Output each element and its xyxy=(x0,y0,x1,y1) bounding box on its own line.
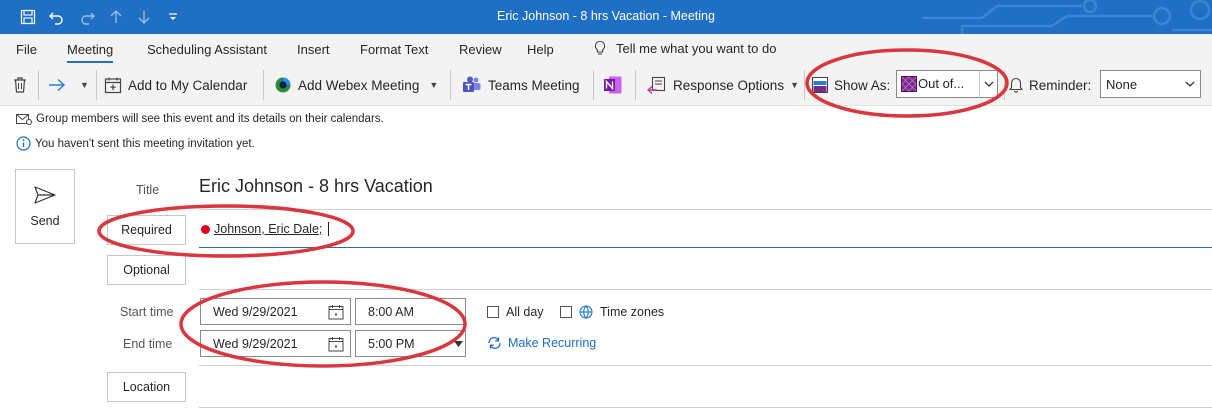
lightbulb-icon xyxy=(594,40,606,55)
send-icon xyxy=(34,185,56,204)
time-zones-checkbox[interactable]: Time zones xyxy=(560,305,664,319)
bell-icon xyxy=(1009,77,1023,93)
tell-me-text: Tell me what you want to do xyxy=(616,40,777,56)
optional-button[interactable]: Optional xyxy=(107,255,186,285)
menu-bar: File Meeting Scheduling Assistant Insert… xyxy=(0,34,1212,64)
tell-me-box[interactable]: Tell me what you want to do xyxy=(594,40,776,56)
chevron-down-icon xyxy=(1185,81,1195,87)
forward-arrow-icon xyxy=(49,78,66,92)
send-button[interactable]: Send xyxy=(15,169,75,244)
out-of-office-icon xyxy=(901,76,917,92)
start-date-picker[interactable]: Wed 9/29/2021 xyxy=(200,298,351,325)
response-options-icon xyxy=(647,76,666,94)
show-as-dropdown[interactable]: Out of... xyxy=(896,70,998,98)
group-mail-icon xyxy=(16,114,32,125)
info-icon xyxy=(16,136,31,151)
teams-meeting-label: Teams Meeting xyxy=(488,77,580,93)
title-underline xyxy=(199,209,1212,210)
send-label: Send xyxy=(30,213,60,228)
required-attendees-input[interactable]: Johnson, Eric Dale; xyxy=(201,222,330,236)
all-day-label: All day xyxy=(506,305,544,319)
onenote-icon xyxy=(604,76,622,94)
tab-meeting[interactable]: Meeting xyxy=(67,42,114,63)
end-time-value: 5:00 PM xyxy=(368,336,415,351)
response-options-button[interactable]: Response Options ▼ xyxy=(647,74,799,96)
show-as-label: Show As: xyxy=(834,77,891,93)
attendee-status-icon xyxy=(201,224,210,234)
end-time-picker[interactable]: 5:00 PM xyxy=(355,330,466,357)
end-date-picker[interactable]: Wed 9/29/2021 xyxy=(200,330,351,357)
reminder-control: Reminder: xyxy=(1009,74,1091,96)
add-webex-label: Add Webex Meeting xyxy=(298,77,420,93)
response-options-label: Response Options xyxy=(673,77,785,93)
calendar-icon[interactable] xyxy=(328,304,344,320)
not-sent-text: You haven't sent this meeting invitation… xyxy=(35,137,255,150)
start-time-picker[interactable]: 8:00 AM xyxy=(355,298,466,325)
group-note: Group members will see this event and it… xyxy=(16,113,384,125)
globe-icon xyxy=(579,305,593,319)
chevron-down-icon: ▼ xyxy=(790,80,799,90)
trash-icon xyxy=(14,77,26,93)
title-bar: Eric Johnson - 8 hrs Vacation - Meeting xyxy=(0,0,1212,34)
reminder-value: None xyxy=(1106,77,1138,92)
start-time-label: Start time xyxy=(120,305,174,319)
show-as-value: Out of... xyxy=(918,76,965,91)
tab-file[interactable]: File xyxy=(16,42,37,57)
circuit-decoration-icon xyxy=(922,0,1212,34)
ribbon: ▼ Add to My Calendar Add Webex Meeting ▼… xyxy=(0,64,1212,106)
attendee-name[interactable]: Johnson, Eric Dale; xyxy=(214,222,322,236)
chevron-down-icon: ▼ xyxy=(80,80,89,90)
show-as-control: Show As: xyxy=(812,74,890,96)
group-note-text: Group members will see this event and it… xyxy=(36,113,384,125)
reminder-dropdown[interactable]: None xyxy=(1100,70,1201,98)
text-cursor xyxy=(328,222,330,236)
chevron-down-icon[interactable] xyxy=(454,341,463,347)
add-to-calendar-label: Add to My Calendar xyxy=(128,77,248,93)
checkbox-icon xyxy=(487,306,499,318)
location-underline xyxy=(199,407,1212,408)
end-time-label: End time xyxy=(123,337,173,351)
tab-insert[interactable]: Insert xyxy=(297,42,330,57)
tab-format-text[interactable]: Format Text xyxy=(360,42,428,57)
add-webex-button[interactable]: Add Webex Meeting ▼ xyxy=(274,74,438,96)
start-date-value: Wed 9/29/2021 xyxy=(213,304,298,319)
chevron-down-icon: ▼ xyxy=(429,80,439,90)
make-recurring-label: Make Recurring xyxy=(508,336,597,350)
title-input[interactable]: Eric Johnson - 8 hrs Vacation xyxy=(199,176,433,197)
calendar-icon[interactable] xyxy=(328,336,344,352)
calendar-add-icon xyxy=(104,77,122,94)
time-underline xyxy=(199,365,1212,366)
time-zones-label: Time zones xyxy=(600,305,665,319)
checkbox-icon xyxy=(560,306,572,318)
onenote-button[interactable] xyxy=(603,74,623,96)
show-as-chevron[interactable] xyxy=(979,71,997,97)
required-underline xyxy=(199,247,1212,248)
teams-icon xyxy=(463,76,481,92)
reminder-label: Reminder: xyxy=(1029,77,1092,93)
all-day-checkbox[interactable]: All day xyxy=(487,305,544,319)
webex-icon xyxy=(275,77,291,93)
location-button[interactable]: Location xyxy=(107,372,186,402)
show-as-icon xyxy=(812,77,828,93)
forward-button[interactable]: ▼ xyxy=(48,74,89,96)
delete-button[interactable] xyxy=(12,74,28,96)
recurrence-icon xyxy=(488,337,501,349)
make-recurring-link[interactable]: Make Recurring xyxy=(487,336,596,350)
end-date-value: Wed 9/29/2021 xyxy=(213,336,298,351)
optional-underline xyxy=(199,289,1212,290)
tab-review[interactable]: Review xyxy=(459,42,502,57)
start-time-value: 8:00 AM xyxy=(368,304,414,319)
chevron-down-icon xyxy=(984,81,993,87)
tab-help[interactable]: Help xyxy=(527,42,554,57)
required-button[interactable]: Required xyxy=(107,215,186,245)
title-label: Title xyxy=(136,183,160,197)
not-sent-note: You haven't sent this meeting invitation… xyxy=(16,136,255,151)
tab-scheduling-assistant[interactable]: Scheduling Assistant xyxy=(147,42,267,57)
add-to-calendar-button[interactable]: Add to My Calendar xyxy=(104,74,247,96)
teams-meeting-button[interactable]: Teams Meeting xyxy=(462,74,580,96)
